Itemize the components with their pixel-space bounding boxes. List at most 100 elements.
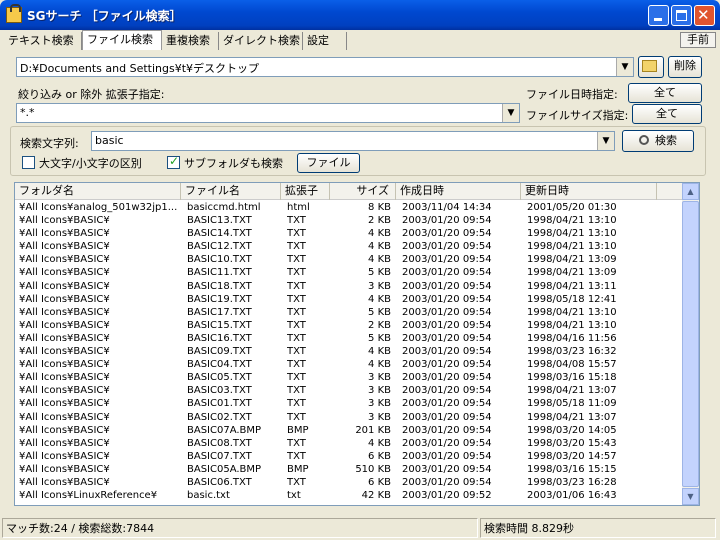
maximize-button[interactable] (671, 5, 692, 26)
cell-folder: ¥All Icons¥BASIC¥ (19, 280, 110, 292)
minimize-button[interactable] (648, 5, 669, 26)
table-row[interactable]: ¥All Icons¥BASIC¥ BASIC14.TXT TXT 4 KB 2003/… (15, 227, 683, 240)
path-combo[interactable]: D:¥Documents and Settings¥t¥デスクトップ ▼ (16, 57, 634, 77)
table-row[interactable]: ¥All Icons¥BASIC¥ BASIC05A.BMP BMP 510 KB 20… (15, 463, 683, 476)
column-header-extension[interactable]: 拡張子 (281, 183, 330, 200)
cell-modified: 1998/03/16 15:18 (527, 372, 617, 384)
title-bar[interactable]: SGサーチ ［ファイル検索］ ✕ (0, 0, 720, 30)
chevron-down-icon[interactable]: ▼ (597, 132, 614, 150)
cell-modified: 1998/04/21 13:10 (527, 215, 617, 227)
cell-filename: BASIC04.TXT (187, 359, 252, 371)
cell-modified: 1998/04/21 13:07 (527, 385, 617, 397)
tab-duplicate-search[interactable]: 重複検索 (162, 32, 219, 50)
table-row[interactable]: ¥All Icons¥BASIC¥ BASIC05.TXT TXT 3 KB 2003/… (15, 371, 683, 384)
table-row[interactable]: ¥All Icons¥BASIC¥ BASIC12.TXT TXT 4 KB 2003/… (15, 240, 683, 253)
table-row[interactable]: ¥All Icons¥BASIC¥ BASIC01.TXT TXT 3 KB 2003/… (15, 397, 683, 410)
scroll-down-icon[interactable]: ▼ (682, 488, 699, 505)
cell-modified: 1998/04/21 13:10 (527, 306, 617, 318)
column-header-folder[interactable]: フォルダ名 (15, 183, 181, 200)
cell-size: 4 KB (368, 254, 391, 266)
filter-combo[interactable]: *.* ▼ (16, 103, 520, 123)
table-row[interactable]: ¥All Icons¥analog_501w32jp1... basiccmd.h… (15, 201, 683, 214)
search-input[interactable]: basic ▼ (91, 131, 615, 151)
file-button[interactable]: ファイル (297, 153, 360, 173)
search-button-label: 検索 (655, 134, 677, 147)
search-button[interactable]: 検索 (622, 130, 694, 152)
cell-modified: 1998/04/16 11:56 (527, 332, 617, 344)
chevron-down-icon[interactable]: ▼ (502, 104, 519, 122)
cell-created: 2003/11/04 14:34 (402, 202, 492, 213)
table-row[interactable]: ¥All Icons¥BASIC¥ BASIC19.TXT TXT 4 KB 2003/… (15, 293, 683, 306)
cell-created: 2003/01/20 09:54 (402, 398, 492, 410)
cell-extension: TXT (287, 267, 306, 279)
cell-size: 4 KB (368, 293, 391, 305)
column-header-modified[interactable]: 更新日時 (521, 183, 657, 200)
table-row[interactable]: ¥All Icons¥BASIC¥ BASIC17.TXT TXT 5 KB 2003/… (15, 306, 683, 319)
cell-size: 3 KB (368, 398, 391, 410)
table-row[interactable]: ¥All Icons¥LinuxReference¥ basic.txt txt 42… (15, 489, 683, 502)
subfolder-checkbox[interactable] (167, 154, 180, 169)
column-header-created[interactable]: 作成日時 (396, 183, 521, 200)
cell-filename: BASIC16.TXT (187, 332, 252, 344)
case-sensitive-checkbox[interactable] (22, 156, 35, 169)
delete-button[interactable]: 削除 (668, 56, 702, 78)
cell-extension: BMP (287, 424, 309, 436)
tab-text-search[interactable]: テキスト検索 (4, 32, 82, 50)
subfolder-label: サブフォルダも検索 (184, 157, 283, 170)
date-filter-all-button[interactable]: 全て (628, 83, 702, 103)
table-row[interactable]: ¥All Icons¥BASIC¥ BASIC04.TXT TXT 4 KB 2003/… (15, 358, 683, 371)
table-row[interactable]: ¥All Icons¥BASIC¥ BASIC07.TXT TXT 6 KB 2003/… (15, 450, 683, 463)
cell-folder: ¥All Icons¥analog_501w32jp1... (19, 202, 178, 213)
cell-filename: BASIC03.TXT (187, 385, 252, 397)
table-row[interactable]: ¥All Icons¥BASIC¥ BASIC07A.BMP BMP 201 KB 20… (15, 424, 683, 437)
scroll-thumb[interactable] (682, 201, 699, 487)
cell-modified: 1998/04/21 13:10 (527, 228, 617, 240)
scroll-up-icon[interactable]: ▲ (682, 183, 699, 200)
cell-modified: 1998/03/16 15:15 (527, 463, 617, 475)
cell-size: 8 KB (368, 202, 391, 213)
cell-modified: 1998/05/18 12:41 (527, 293, 617, 305)
tab-direct-search[interactable]: ダイレクト検索 (219, 32, 303, 50)
status-match-count: マッチ数:24 / 検索総数:7844 (2, 518, 478, 538)
table-row[interactable]: ¥All Icons¥BASIC¥ BASIC18.TXT TXT 3 KB 2003/… (15, 280, 683, 293)
chevron-down-icon[interactable]: ▼ (616, 58, 633, 76)
table-row[interactable]: ¥All Icons¥BASIC¥ BASIC10.TXT TXT 4 KB 2003/… (15, 253, 683, 266)
browse-folder-button[interactable] (638, 56, 664, 78)
cell-extension: TXT (287, 241, 306, 253)
cell-created: 2003/01/20 09:54 (402, 346, 492, 358)
cell-filename: BASIC05A.BMP (187, 463, 262, 475)
cell-extension: TXT (287, 359, 306, 371)
table-row[interactable]: ¥All Icons¥BASIC¥ BASIC15.TXT TXT 2 KB 2003/… (15, 319, 683, 332)
cell-folder: ¥All Icons¥BASIC¥ (19, 228, 110, 240)
cell-folder: ¥All Icons¥BASIC¥ (19, 306, 110, 318)
table-row[interactable]: ¥All Icons¥BASIC¥ BASIC16.TXT TXT 5 KB 2003/… (15, 332, 683, 345)
table-row[interactable]: ¥All Icons¥BASIC¥ BASIC03.TXT TXT 3 KB 2003/… (15, 384, 683, 397)
table-row[interactable]: ¥All Icons¥BASIC¥ BASIC08.TXT TXT 4 KB 2003/… (15, 437, 683, 450)
close-button[interactable]: ✕ (694, 5, 715, 26)
cell-created: 2003/01/20 09:54 (402, 476, 492, 488)
cell-created: 2003/01/20 09:54 (402, 411, 492, 423)
column-header-size[interactable]: サイズ (330, 183, 396, 200)
cell-created: 2003/01/20 09:54 (402, 385, 492, 397)
table-row[interactable]: ¥All Icons¥BASIC¥ BASIC02.TXT TXT 3 KB 2003/… (15, 411, 683, 424)
cell-size: 4 KB (368, 241, 391, 253)
cell-modified: 1998/03/20 14:05 (527, 424, 617, 436)
column-header-filename[interactable]: ファイル名 (181, 183, 281, 200)
table-row[interactable]: ¥All Icons¥BASIC¥ BASIC11.TXT TXT 5 KB 2003/… (15, 266, 683, 279)
results-list[interactable]: フォルダ名 ファイル名 拡張子 サイズ 作成日時 更新日時 ¥All Icons… (14, 182, 700, 506)
cell-modified: 1998/04/21 13:09 (527, 267, 617, 279)
table-row[interactable]: ¥All Icons¥BASIC¥ BASIC06.TXT TXT 6 KB 2003/… (15, 476, 683, 489)
tab-file-search[interactable]: ファイル検索 (82, 30, 162, 50)
tab-settings[interactable]: 設定 (303, 32, 347, 50)
cell-size: 42 KB (361, 490, 391, 502)
table-row[interactable]: ¥All Icons¥BASIC¥ BASIC09.TXT TXT 4 KB 2003/… (15, 345, 683, 358)
cell-created: 2003/01/20 09:54 (402, 424, 492, 436)
table-row[interactable]: ¥All Icons¥BASIC¥ BASIC13.TXT TXT 2 KB 2003/… (15, 214, 683, 227)
cell-filename: BASIC07A.BMP (187, 424, 262, 436)
path-value: D:¥Documents and Settings¥t¥デスクトップ (20, 62, 260, 75)
vertical-scrollbar[interactable]: ▲ ▼ (682, 183, 699, 505)
help-button[interactable]: 手前 (680, 32, 716, 48)
cell-filename: BASIC14.TXT (187, 228, 252, 240)
cell-size: 4 KB (368, 437, 391, 449)
size-filter-all-button[interactable]: 全て (632, 104, 702, 124)
